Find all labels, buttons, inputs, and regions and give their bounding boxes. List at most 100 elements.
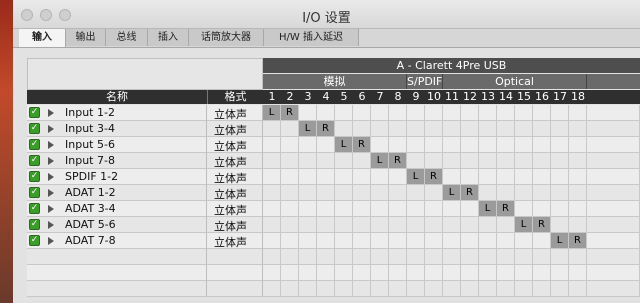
channel-cell[interactable]: [569, 153, 587, 169]
channel-cell[interactable]: [515, 105, 533, 121]
channel-cell[interactable]: [425, 217, 443, 233]
channel-cell[interactable]: [389, 137, 407, 153]
enable-checkbox[interactable]: ✓: [29, 155, 40, 166]
channel-cell[interactable]: [425, 185, 443, 201]
row-name[interactable]: ADAT 5-6: [65, 218, 116, 231]
channel-cell[interactable]: [461, 169, 479, 185]
row-name[interactable]: SPDIF 1-2: [65, 170, 118, 183]
channel-cell[interactable]: [317, 201, 335, 217]
row-name[interactable]: ADAT 3-4: [65, 202, 116, 215]
channel-cell[interactable]: [569, 137, 587, 153]
channel-cell[interactable]: [533, 233, 551, 249]
channel-cell[interactable]: [425, 233, 443, 249]
channel-cell[interactable]: [425, 281, 443, 297]
channel-cell[interactable]: [335, 105, 353, 121]
channel-cell[interactable]: [353, 217, 371, 233]
channel-right-assign[interactable]: R: [569, 233, 587, 249]
channel-cell[interactable]: [515, 281, 533, 297]
channel-right-assign[interactable]: R: [317, 121, 335, 137]
channel-cell[interactable]: [461, 137, 479, 153]
channel-cell[interactable]: [533, 153, 551, 169]
channel-left-assign[interactable]: L: [371, 153, 389, 169]
channel-cell[interactable]: [479, 249, 497, 265]
enable-checkbox[interactable]: ✓: [29, 171, 40, 182]
channel-cell[interactable]: [569, 121, 587, 137]
channel-cell[interactable]: [443, 137, 461, 153]
channel-cell[interactable]: [551, 137, 569, 153]
channel-cell[interactable]: [317, 217, 335, 233]
channel-cell[interactable]: [299, 265, 317, 281]
channel-cell[interactable]: [569, 281, 587, 297]
row-name[interactable]: Input 1-2: [65, 106, 115, 119]
column-header-name[interactable]: 名称: [27, 90, 207, 104]
expand-triangle-icon[interactable]: [48, 109, 54, 117]
channel-cell[interactable]: [281, 153, 299, 169]
channel-cell[interactable]: [425, 137, 443, 153]
column-header-format[interactable]: 格式: [207, 90, 263, 104]
channel-cell[interactable]: [497, 137, 515, 153]
row-name[interactable]: ADAT 1-2: [65, 186, 116, 199]
channel-left-assign[interactable]: L: [263, 105, 281, 121]
channel-cell[interactable]: [497, 185, 515, 201]
channel-cell[interactable]: [371, 137, 389, 153]
row-name[interactable]: Input 3-4: [65, 122, 115, 135]
row-format[interactable]: 立体声: [214, 202, 247, 218]
channel-cell[interactable]: [461, 217, 479, 233]
channel-cell[interactable]: [335, 265, 353, 281]
channel-cell[interactable]: [353, 105, 371, 121]
channel-cell[interactable]: [515, 201, 533, 217]
input-row[interactable]: ADAT 1-2 立体声 ✓ L R: [27, 185, 640, 201]
channel-cell[interactable]: [551, 281, 569, 297]
input-row[interactable]: Input 5-6 立体声 ✓ L R: [27, 137, 640, 153]
channel-cell[interactable]: [533, 105, 551, 121]
channel-cell[interactable]: [281, 137, 299, 153]
channel-left-assign[interactable]: L: [335, 137, 353, 153]
channel-cell[interactable]: [371, 217, 389, 233]
input-row[interactable]: Input 1-2 立体声 ✓ L R: [27, 105, 640, 121]
channel-cell[interactable]: [335, 121, 353, 137]
channel-cell[interactable]: [335, 153, 353, 169]
row-format[interactable]: 立体声: [214, 154, 247, 170]
enable-checkbox[interactable]: ✓: [29, 107, 40, 118]
input-row[interactable]: SPDIF 1-2 立体声 ✓ L R: [27, 169, 640, 185]
channel-cell[interactable]: [353, 121, 371, 137]
channel-cell[interactable]: [533, 121, 551, 137]
channel-cell[interactable]: [317, 105, 335, 121]
channel-cell[interactable]: [263, 233, 281, 249]
channel-cell[interactable]: [497, 169, 515, 185]
channel-cell[interactable]: [281, 185, 299, 201]
channel-cell[interactable]: [335, 185, 353, 201]
channel-cell[interactable]: [479, 121, 497, 137]
channel-cell[interactable]: [515, 233, 533, 249]
channel-cell[interactable]: [479, 233, 497, 249]
channel-cell[interactable]: [407, 153, 425, 169]
expand-triangle-icon[interactable]: [48, 205, 54, 213]
input-row[interactable]: ADAT 3-4 立体声 ✓ L R: [27, 201, 640, 217]
channel-cell[interactable]: [299, 153, 317, 169]
input-row[interactable]: ADAT 7-8 立体声 ✓ L R: [27, 233, 640, 249]
channel-cell[interactable]: [461, 281, 479, 297]
row-format[interactable]: 立体声: [214, 218, 247, 234]
channel-cell[interactable]: [551, 265, 569, 281]
channel-cell[interactable]: [443, 105, 461, 121]
channel-right-assign[interactable]: R: [461, 185, 479, 201]
channel-cell[interactable]: [263, 217, 281, 233]
channel-cell[interactable]: [551, 153, 569, 169]
channel-cell[interactable]: [443, 153, 461, 169]
channel-cell[interactable]: [389, 169, 407, 185]
channel-cell[interactable]: [407, 265, 425, 281]
channel-cell[interactable]: [569, 185, 587, 201]
channel-left-assign[interactable]: L: [479, 201, 497, 217]
channel-cell[interactable]: [281, 249, 299, 265]
channel-cell[interactable]: [407, 105, 425, 121]
channel-cell[interactable]: [263, 137, 281, 153]
expand-triangle-icon[interactable]: [48, 173, 54, 181]
channel-cell[interactable]: [353, 201, 371, 217]
channel-cell[interactable]: [479, 217, 497, 233]
channel-cell[interactable]: [299, 105, 317, 121]
channel-cell[interactable]: [551, 169, 569, 185]
channel-cell[interactable]: [317, 233, 335, 249]
channel-cell[interactable]: [533, 281, 551, 297]
enable-checkbox[interactable]: ✓: [29, 235, 40, 246]
channel-cell[interactable]: [317, 185, 335, 201]
